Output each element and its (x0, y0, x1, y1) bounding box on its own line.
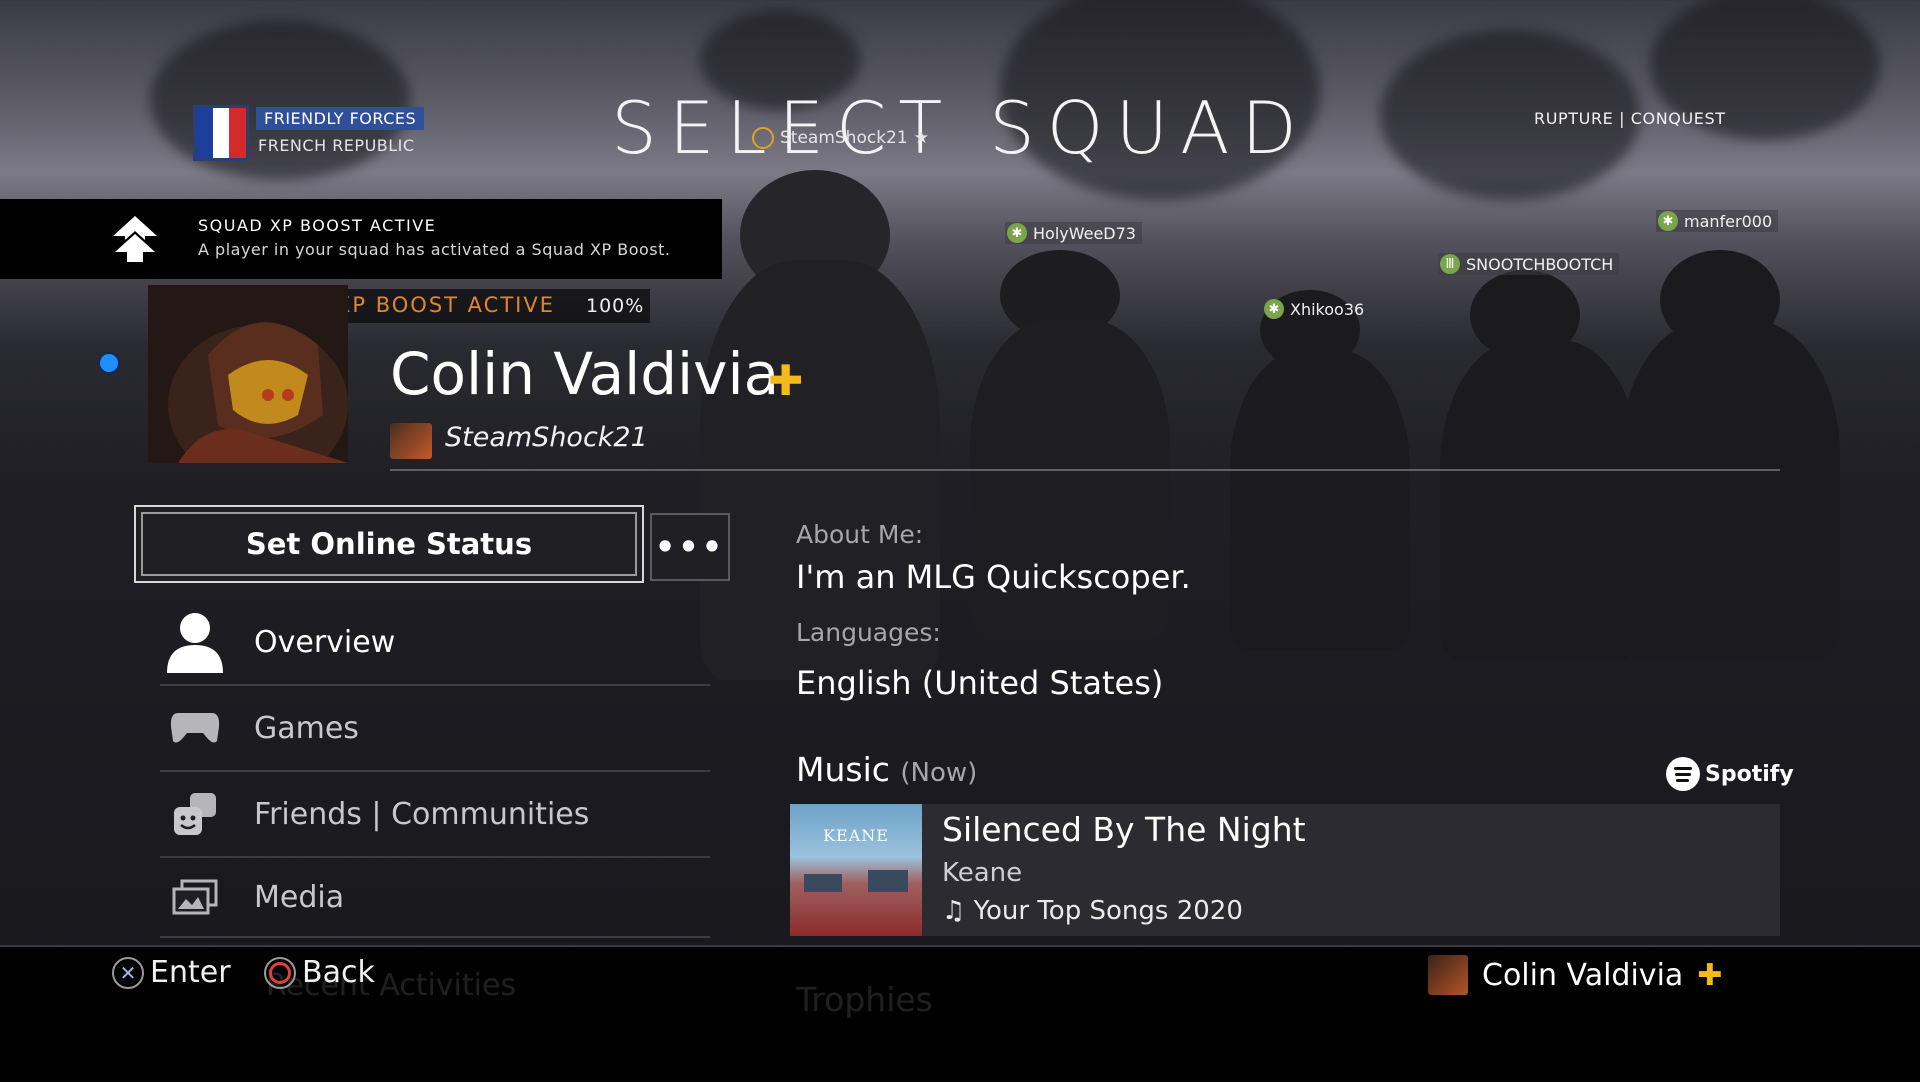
current-user: Colin Valdivia ✚ (1428, 955, 1722, 995)
languages-value: English (United States) (796, 664, 1164, 702)
enter-hint: ✕ Enter (112, 955, 231, 990)
menu-label: Games (254, 710, 359, 746)
ps-plus-icon: ✚ (1697, 957, 1723, 993)
track-playlist: ♫ Your Top Songs 2020 (942, 896, 1243, 926)
back-label: Back (302, 955, 375, 990)
cross-button-icon: ✕ (112, 956, 144, 989)
menu-label: Friends | Communities (254, 796, 590, 832)
music-label: Music (796, 750, 890, 789)
player-name: manfer000 (1684, 211, 1773, 231)
media-icon (160, 879, 230, 915)
circle-button-icon (264, 956, 296, 989)
track-artist: Keane (942, 858, 1023, 888)
album-text: KEANE (823, 826, 889, 845)
set-online-status-label: Set Online Status (141, 512, 637, 576)
small-avatar (390, 423, 432, 459)
profile-name: Colin Valdivia (390, 340, 780, 408)
menu-label: Overview (254, 624, 396, 660)
squad-player-name: SteamShock21 (780, 128, 908, 148)
menu-label: Media (254, 879, 345, 915)
player-tag[interactable]: Ⅲ SNOOTCHBOOTCH (1438, 253, 1620, 275)
music-note-icon: ♫ (942, 896, 966, 926)
rank-icon: ✱ (1007, 223, 1027, 243)
menu-item-friends[interactable]: Friends | Communities (160, 772, 710, 858)
trophies-heading: Trophies (796, 980, 933, 1019)
gamepad-icon (160, 711, 230, 745)
music-now: (Now) (900, 758, 978, 788)
game-mode: RUPTURE | CONQUEST (1534, 109, 1726, 128)
playlist-name: Your Top Songs 2020 (973, 896, 1243, 926)
player-tag[interactable]: ✱ manfer000 (1656, 210, 1779, 232)
person-icon (160, 611, 230, 673)
rank-icon: Ⅲ (1440, 254, 1460, 274)
squad-badge-icon (752, 127, 774, 149)
set-online-status-button[interactable]: Set Online Status (134, 505, 644, 583)
menu-item-overview[interactable]: Overview (160, 600, 710, 686)
rank-icon: ✱ (1264, 299, 1284, 319)
menu-item-games[interactable]: Games (160, 686, 710, 772)
languages-label: Languages: (796, 618, 941, 647)
spotify-logo: Spotify (1666, 757, 1794, 791)
about-label: About Me: (796, 520, 924, 549)
ps-plus-icon: ✚ (768, 356, 804, 405)
xp-boost-banner (0, 199, 722, 279)
avatar (148, 285, 348, 463)
music-heading: Music (Now) (796, 750, 977, 789)
player-name: Xhikoo36 (1290, 299, 1365, 319)
xp-boost-label: XP BOOST ACTIVE (336, 293, 555, 317)
album-art: KEANE (790, 804, 922, 936)
page-title: SELECT SQUAD (611, 86, 1309, 170)
back-hint: Back (264, 955, 375, 990)
player-name: SNOOTCHBOOTCH (1466, 254, 1614, 274)
squad-leader-tag: SteamShock21 ★ (752, 127, 929, 149)
about-value: I'm an MLG Quickscoper. (796, 558, 1191, 596)
track-name: Silenced By The Night (942, 810, 1306, 849)
player-tag[interactable]: ✱ HolyWeeD73 (1005, 222, 1142, 244)
boost-title: SQUAD XP BOOST ACTIVE (198, 216, 437, 235)
enter-label: Enter (150, 955, 231, 990)
header-divider (390, 469, 1780, 471)
menu-item-media[interactable]: Media (160, 858, 710, 938)
xp-boost-percent: 100% (586, 295, 645, 317)
more-options-button[interactable]: ••• (650, 513, 730, 581)
friends-icon (160, 791, 230, 837)
spotify-label: Spotify (1705, 761, 1794, 787)
psn-id: SteamShock21 (445, 422, 648, 453)
player-name: HolyWeeD73 (1033, 223, 1136, 243)
user-name: Colin Valdivia (1482, 957, 1684, 993)
online-status-dot (98, 352, 120, 374)
spotify-icon (1666, 757, 1700, 791)
boost-description: A player in your squad has activated a S… (198, 240, 671, 259)
boost-arrow-icon (113, 216, 157, 262)
rank-icon: ✱ (1658, 211, 1678, 231)
player-tag[interactable]: ✱ Xhikoo36 (1262, 298, 1370, 320)
star-icon: ★ (913, 128, 929, 148)
user-avatar (1428, 955, 1468, 995)
